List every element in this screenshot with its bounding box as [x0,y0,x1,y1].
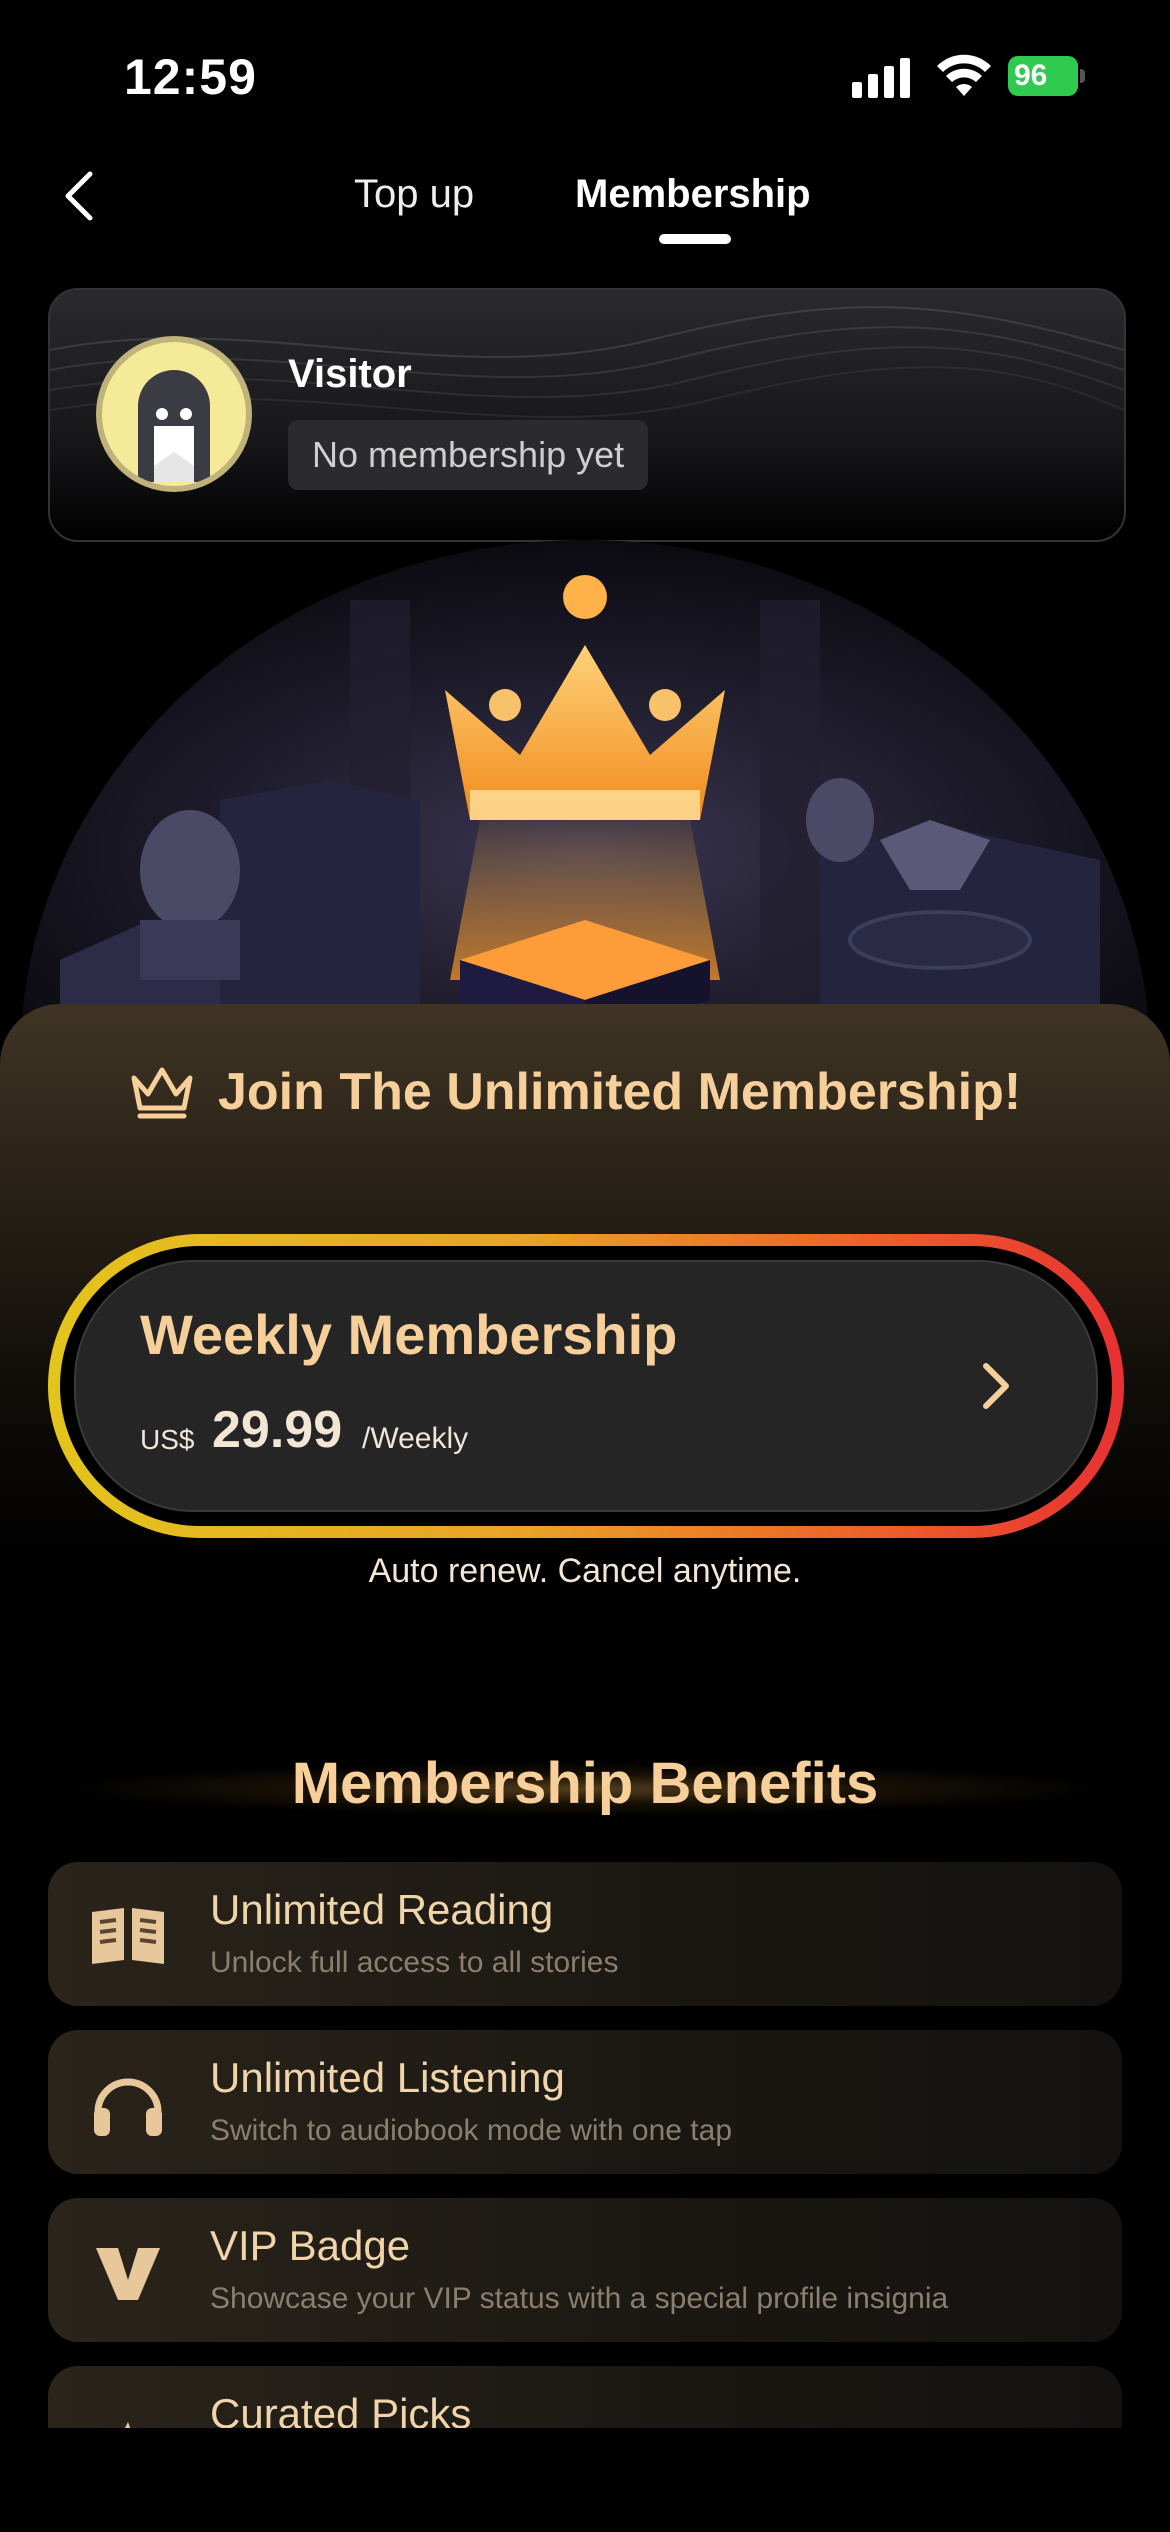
benefit-desc: Switch to audiobook mode with one tap [210,2114,732,2147]
plan-name: Weekly Membership [140,1303,678,1366]
avatar[interactable] [96,336,252,492]
ghost-avatar-icon [138,370,210,482]
benefit-desc: Unlock full access to all stories [210,1946,619,1979]
benefit-vip-badge: VIP Badge Showcase your VIP status with … [48,2198,1122,2342]
tab-membership[interactable]: Membership [575,172,811,217]
book-icon [92,1908,164,1964]
membership-status-badge: No membership yet [288,420,649,490]
chevron-right-icon[interactable] [978,1360,1014,1412]
active-tab-indicator [659,234,731,244]
battery-level: 96 [1008,56,1078,96]
plan-currency: US$ [140,1424,195,1455]
crown-icon [131,1067,193,1119]
benefit-unlimited-reading: Unlimited Reading Unlock full access to … [48,1862,1122,2006]
tab-top-up[interactable]: Top up [354,172,474,217]
profile-name: Visitor [288,352,412,396]
auto-renew-note: Auto renew. Cancel anytime. [368,1552,802,1590]
benefit-desc: Showcase your VIP status with a special … [210,2282,949,2315]
weekly-plan-card[interactable] [74,1260,1098,1512]
cellular-signal-icon [852,58,910,98]
benefits-title: Membership Benefits [291,1751,879,1816]
plan-price: 29.99 [212,1401,343,1459]
wifi-icon [937,54,991,96]
crown-hero-illustration [20,540,1150,1060]
vip-badge-icon [96,2248,160,2300]
join-title: Join The Unlimited Membership! [218,1063,1022,1121]
headphones-icon [94,2078,162,2136]
benefit-title: Unlimited Reading [210,1886,554,1933]
back-arrow-icon[interactable] [60,168,100,224]
plan-period: /Weekly [362,1422,469,1455]
status-time: 12:59 [124,49,257,105]
benefit-title: Unlimited Listening [210,2054,565,2101]
benefit-unlimited-listening: Unlimited Listening Switch to audiobook … [48,2030,1122,2174]
bottom-mask [0,2428,1170,2532]
benefit-title: VIP Badge [210,2222,411,2269]
battery-icon: 96 [1008,56,1085,96]
